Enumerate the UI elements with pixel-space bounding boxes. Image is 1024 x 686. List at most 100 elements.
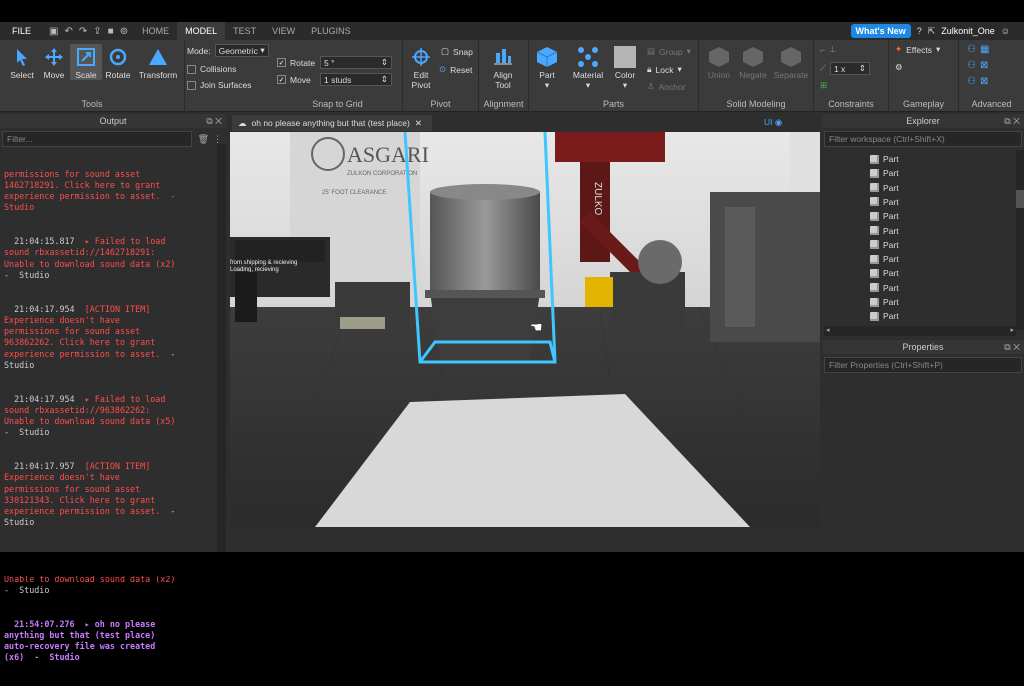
undock-icon[interactable]: ⧉ bbox=[206, 116, 212, 126]
rotate-snap-input[interactable]: 5 ° ⇕ bbox=[320, 56, 392, 69]
spawn-button[interactable]: ⚙ bbox=[895, 62, 903, 73]
align-tool-button[interactable]: Align Tool bbox=[487, 44, 519, 90]
log-entry[interactable]: 21:04:17.954 [ACTION ITEM] Experience do… bbox=[4, 304, 212, 372]
constraint-scale-input[interactable]: 1 x ⇕ bbox=[829, 62, 870, 75]
viewport-tab[interactable]: ☁ oh no please anything but that (test p… bbox=[232, 115, 432, 131]
pivot-reset-button[interactable]: ⊙ Reset bbox=[439, 64, 472, 75]
script-icon[interactable]: ▦ bbox=[980, 44, 989, 55]
mode-select[interactable]: Geometric ▾ bbox=[214, 44, 269, 57]
scrollbar-thumb[interactable] bbox=[1016, 190, 1024, 208]
username[interactable]: Zulkonit_One bbox=[941, 26, 995, 36]
material-button[interactable]: Material ▾ bbox=[569, 44, 607, 91]
lock-button[interactable]: 🔒︎ Lock ▾ bbox=[647, 64, 682, 75]
3d-viewport[interactable]: ASGARI ZULKON CORPORATION 25' FOOT CLEAR… bbox=[230, 132, 820, 527]
model-icon[interactable]: ⚇ bbox=[967, 76, 976, 87]
ui-toggle[interactable]: UI ◉ bbox=[764, 117, 782, 128]
log-entry[interactable]: 21:04:17.954 ▸ Failed to load sound rbxa… bbox=[4, 394, 212, 439]
undock-icon[interactable]: ⧉ bbox=[1004, 116, 1010, 126]
close-icon[interactable]: ✕ bbox=[1013, 116, 1020, 126]
select-tool[interactable]: Select bbox=[6, 44, 38, 80]
explorer-item-part[interactable]: Part bbox=[870, 252, 899, 266]
close-icon[interactable]: ✕ bbox=[1013, 342, 1020, 352]
tab-model[interactable]: MODEL bbox=[177, 22, 226, 40]
pivot-snap-button[interactable]: ▢ Snap bbox=[441, 46, 473, 57]
tab-test[interactable]: TEST bbox=[225, 22, 264, 40]
explorer-item-part[interactable]: Part bbox=[870, 181, 899, 195]
collision-groups-icon[interactable]: ⚇ bbox=[967, 60, 976, 71]
file-menu[interactable]: FILE bbox=[0, 26, 43, 36]
constraint-icon[interactable]: ⌐ bbox=[820, 45, 825, 55]
explorer-item-part[interactable]: Part bbox=[870, 152, 899, 166]
log-entry[interactable]: 21:04:15.817 ▸ Failed to load sound rbxa… bbox=[4, 236, 212, 281]
gear-icon: ⚙ bbox=[895, 62, 903, 72]
effects-icon: ✦ bbox=[895, 44, 903, 54]
move-snap-input[interactable]: 1 studs ⇕ bbox=[320, 73, 392, 86]
log-entry[interactable]: 21:04:17.957 [ACTION ITEM] Experience do… bbox=[4, 461, 212, 529]
explorer-item-part[interactable]: Part bbox=[870, 195, 899, 209]
join-surfaces-checkbox[interactable] bbox=[187, 80, 196, 90]
part-cube-icon bbox=[870, 197, 879, 207]
weld-icon[interactable]: ⊥ bbox=[829, 44, 836, 55]
output-filter-input[interactable]: Filter... bbox=[2, 131, 192, 147]
color-button[interactable]: Color ▾ bbox=[609, 44, 641, 91]
pivot-icon bbox=[405, 44, 437, 70]
collisions-checkbox[interactable] bbox=[187, 64, 196, 74]
service-icon[interactable]: ⊠ bbox=[980, 76, 988, 87]
effects-button[interactable]: ✦ Effects ▾ bbox=[895, 44, 940, 55]
negate-button[interactable]: Negate bbox=[737, 44, 769, 80]
rotate-snap-checkbox[interactable]: ✓ bbox=[277, 58, 286, 67]
tab-plugins[interactable]: PLUGINS bbox=[303, 22, 359, 40]
explorer-item-part[interactable]: Part bbox=[870, 166, 899, 180]
part-cube-icon bbox=[870, 297, 879, 307]
scale-tool[interactable]: Scale bbox=[70, 44, 102, 80]
collisions-row[interactable]: Collisions bbox=[187, 64, 236, 74]
explorer-filter-input[interactable]: Filter workspace (Ctrl+Shift+X) bbox=[824, 131, 1022, 147]
explorer-item-part[interactable]: Part bbox=[870, 266, 899, 280]
explorer-item-part[interactable]: Part bbox=[870, 209, 899, 223]
join-surfaces-row[interactable]: Join Surfaces bbox=[187, 80, 252, 90]
explorer-item-part[interactable]: Part bbox=[870, 309, 899, 323]
explorer-item-part[interactable]: Part bbox=[870, 224, 899, 238]
more-icon[interactable]: ⋮ bbox=[213, 134, 222, 145]
tab-home[interactable]: HOME bbox=[134, 22, 177, 40]
part-button[interactable]: Part ▾ bbox=[531, 44, 563, 91]
group-button[interactable]: ▤ Group ▾ bbox=[647, 46, 691, 57]
share-icon[interactable]: ⇱ bbox=[928, 26, 936, 37]
stop-icon[interactable]: ■ bbox=[108, 26, 114, 37]
plugin-icon[interactable]: ⚇ bbox=[967, 44, 976, 55]
user-icon[interactable]: ☺ bbox=[1001, 26, 1010, 36]
separate-button[interactable]: Separate bbox=[771, 44, 811, 80]
close-icon[interactable]: ✕ bbox=[215, 116, 222, 126]
explorer-scrollbar[interactable] bbox=[1016, 150, 1024, 330]
whats-new-button[interactable]: What's New bbox=[850, 24, 911, 38]
redo-icon[interactable]: ↷ bbox=[79, 26, 87, 37]
properties-filter-input[interactable]: Filter Properties (Ctrl+Shift+P) bbox=[824, 357, 1022, 373]
rotate-tool[interactable]: Rotate bbox=[102, 44, 134, 80]
help-icon[interactable]: ? bbox=[917, 26, 922, 36]
tag-icon[interactable]: ⊠ bbox=[980, 60, 988, 71]
undo-icon[interactable]: ↶ bbox=[64, 26, 72, 37]
transform-tool[interactable]: Transform bbox=[136, 44, 180, 80]
explorer-item-part[interactable]: Part bbox=[870, 238, 899, 252]
edit-pivot-button[interactable]: Edit Pivot bbox=[405, 44, 437, 90]
binoculars-icon[interactable]: ⊚ bbox=[120, 26, 128, 37]
anchor-button[interactable]: ⚓︎ Anchor bbox=[647, 81, 686, 92]
explorer-item-part[interactable]: Part bbox=[870, 281, 899, 295]
scroll-right-icon[interactable]: ▸ bbox=[1010, 326, 1014, 336]
explorer-item-part[interactable]: Part bbox=[870, 295, 899, 309]
move-tool[interactable]: Move bbox=[38, 44, 70, 80]
output-scrollbar[interactable] bbox=[217, 144, 226, 552]
log-entry[interactable]: permissions for sound asset 1462718291. … bbox=[4, 169, 212, 214]
undock-icon[interactable]: ⧉ bbox=[1004, 342, 1010, 352]
scroll-left-icon[interactable]: ◂ bbox=[826, 326, 830, 336]
move-snap-checkbox[interactable]: ✓ bbox=[277, 75, 286, 84]
tab-view[interactable]: VIEW bbox=[264, 22, 303, 40]
trash-icon[interactable]: 🗑︎ bbox=[198, 134, 209, 145]
attachment-icon[interactable]: ⊞ bbox=[820, 80, 827, 91]
publish-icon[interactable]: ⇪ bbox=[93, 26, 101, 37]
union-button[interactable]: Union bbox=[703, 44, 735, 80]
log-entry[interactable]: 21:54:07.276 ▸ oh no please anything but… bbox=[4, 619, 212, 664]
close-tab-icon[interactable]: ✕ bbox=[415, 118, 422, 129]
explorer-hscrollbar[interactable]: ◂ ▸ bbox=[824, 326, 1016, 336]
save-icon[interactable]: ▣ bbox=[49, 26, 58, 37]
